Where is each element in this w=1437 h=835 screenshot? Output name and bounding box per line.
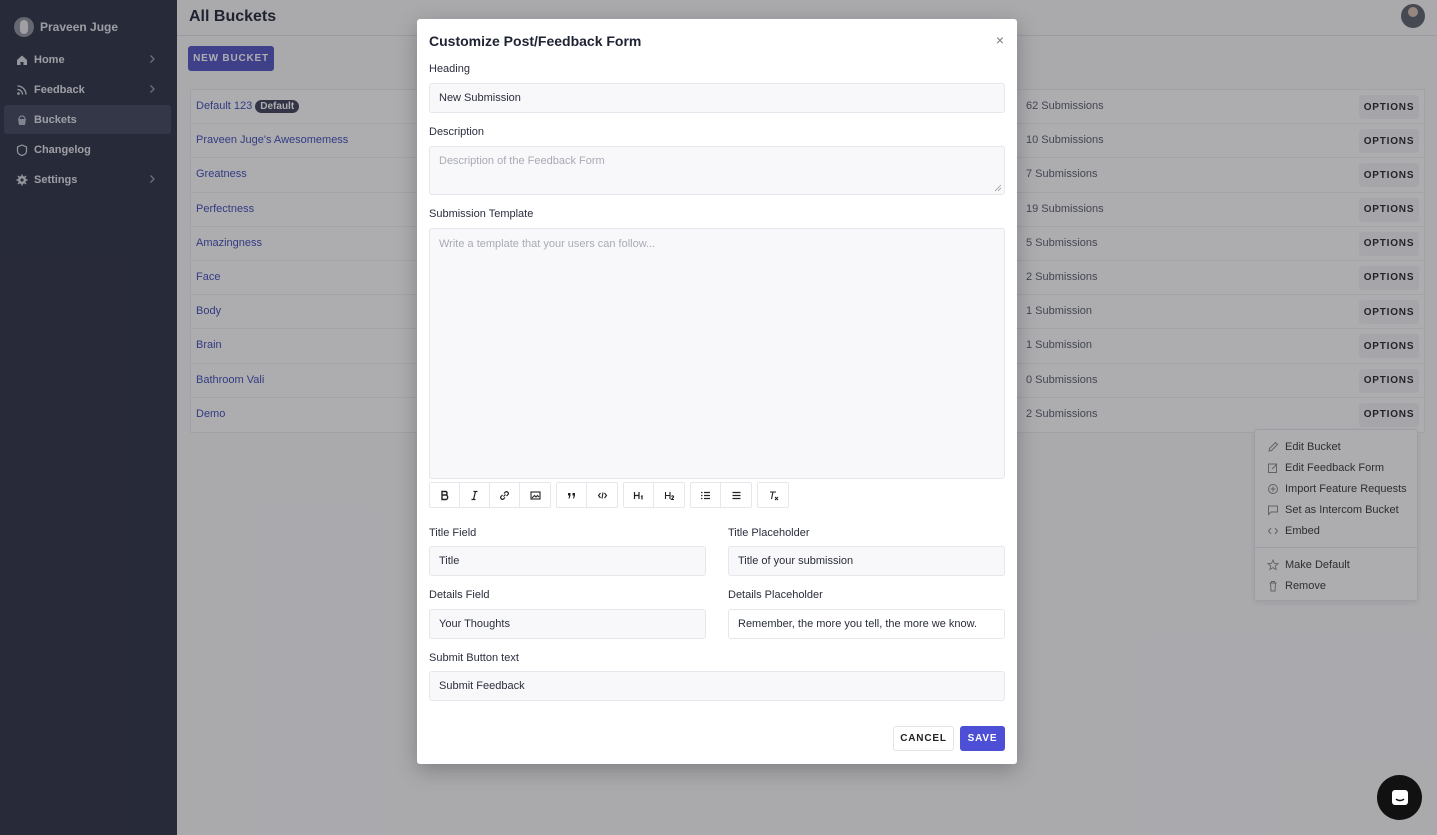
- title-field-label: Title Field: [429, 527, 477, 539]
- bold-icon[interactable]: [430, 483, 460, 507]
- customize-form-modal: Customize Post/Feedback Form × Heading N…: [417, 19, 1017, 764]
- description-label: Description: [429, 126, 485, 138]
- template-placeholder: Write a template that your users can fol…: [439, 238, 656, 250]
- heading-2-icon[interactable]: [654, 483, 684, 507]
- link-icon[interactable]: [490, 483, 520, 507]
- description-textarea[interactable]: Description of the Feedback Form: [429, 146, 1005, 195]
- description-placeholder: Description of the Feedback Form: [439, 155, 605, 167]
- cancel-button[interactable]: CANCEL: [893, 726, 954, 751]
- editor-toolbar: [429, 482, 794, 508]
- heading-label: Heading: [429, 63, 470, 75]
- clear-formatting-icon[interactable]: [758, 483, 788, 507]
- save-button[interactable]: SAVE: [960, 726, 1005, 751]
- details-field-label: Details Field: [429, 589, 490, 601]
- code-icon[interactable]: [587, 483, 617, 507]
- italic-icon[interactable]: [460, 483, 490, 507]
- ordered-list-icon[interactable]: [691, 483, 721, 507]
- image-icon[interactable]: [520, 483, 550, 507]
- template-editor[interactable]: Write a template that your users can fol…: [429, 228, 1005, 479]
- title-placeholder-input[interactable]: Title of your submission: [728, 546, 1005, 576]
- submit-button-text-label: Submit Button text: [429, 652, 519, 664]
- details-field-input[interactable]: Your Thoughts: [429, 609, 706, 639]
- title-field-input[interactable]: Title: [429, 546, 706, 576]
- submit-button-text-input[interactable]: Submit Feedback: [429, 671, 1005, 701]
- resize-handle-icon[interactable]: [994, 184, 1002, 192]
- submission-template-label: Submission Template: [429, 208, 534, 220]
- chat-launcher-button[interactable]: [1377, 775, 1422, 820]
- details-placeholder-label: Details Placeholder: [728, 589, 823, 601]
- heading-1-icon[interactable]: [624, 483, 654, 507]
- chat-icon: [1391, 789, 1408, 805]
- details-placeholder-input[interactable]: Remember, the more you tell, the more we…: [728, 609, 1005, 639]
- heading-input[interactable]: New Submission: [429, 83, 1005, 113]
- quote-icon[interactable]: [557, 483, 587, 507]
- modal-title: Customize Post/Feedback Form: [429, 33, 642, 49]
- close-icon[interactable]: ×: [993, 33, 1007, 47]
- title-placeholder-label: Title Placeholder: [728, 527, 810, 539]
- bullet-list-icon[interactable]: [721, 483, 751, 507]
